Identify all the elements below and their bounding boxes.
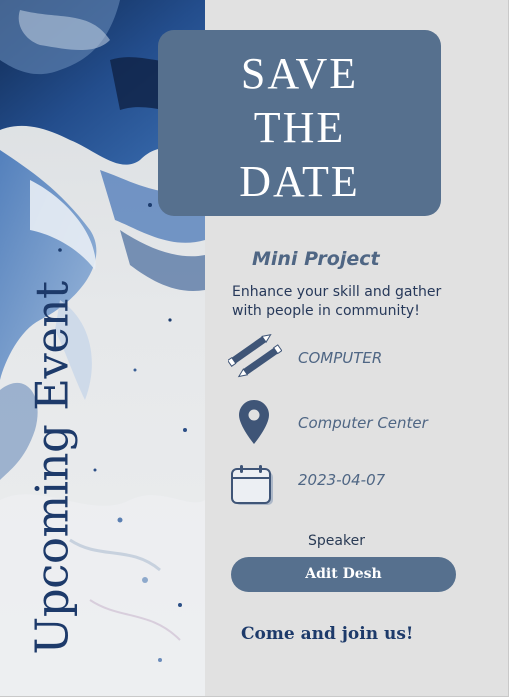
save-the-date-card: SAVE THE DATE — [158, 30, 441, 216]
card-line-1: SAVE — [240, 49, 359, 98]
card-line-2: THE — [253, 103, 346, 152]
side-title: Upcoming Event — [25, 281, 79, 655]
event-poster: Upcoming Event SAVE THE DATE Mini Projec… — [0, 0, 509, 697]
speaker-name-badge: Adit Desh — [231, 557, 456, 592]
event-title: Mini Project — [252, 248, 380, 270]
pencils-icon — [228, 333, 282, 378]
call-to-action: Come and join us! — [241, 624, 414, 644]
map-pin-icon — [239, 400, 269, 444]
location-text: Computer Center — [298, 414, 428, 432]
date-text: 2023-04-07 — [298, 471, 386, 489]
speaker-label: Speaker — [308, 533, 365, 549]
category-text: COMPUTER — [298, 349, 383, 367]
card-line-3: DATE — [239, 157, 360, 206]
event-tagline: Enhance your skill and gather with peopl… — [232, 284, 442, 319]
calendar-icon — [231, 465, 273, 505]
